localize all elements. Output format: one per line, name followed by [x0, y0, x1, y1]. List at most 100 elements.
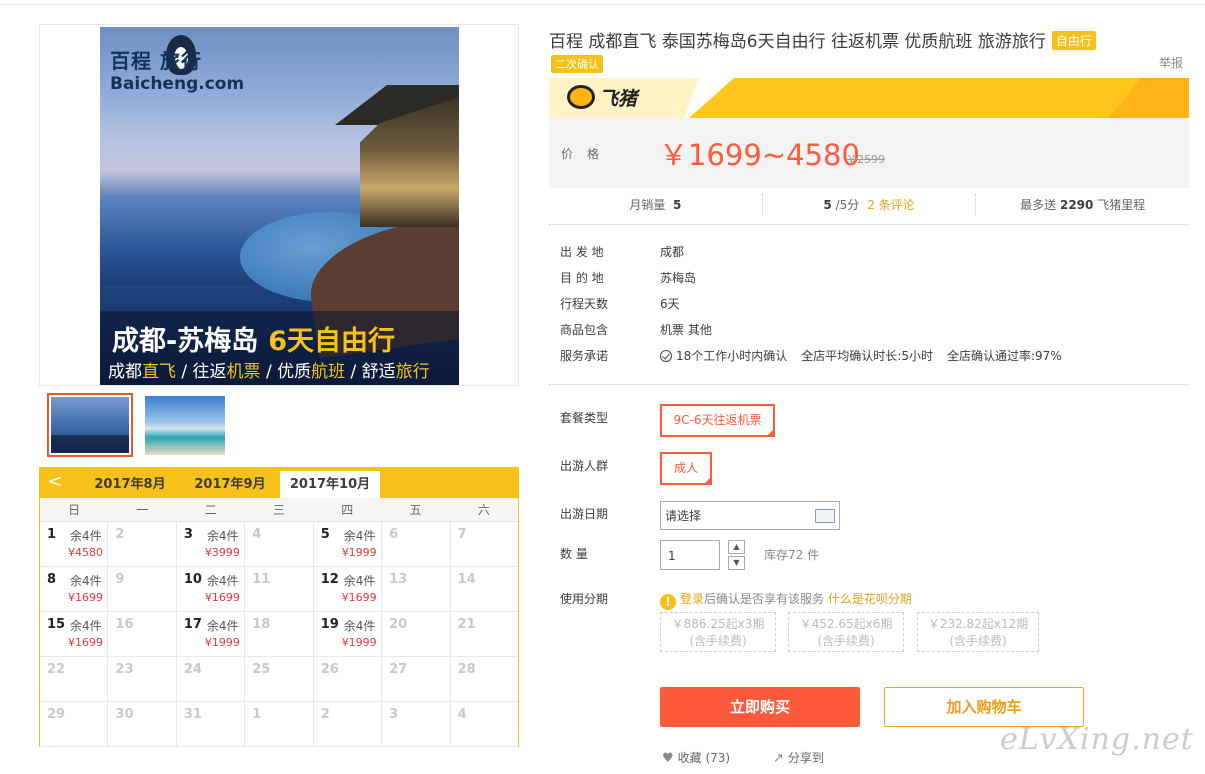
- calendar-day: 4: [451, 702, 518, 746]
- quantity-up-button[interactable]: ▲: [728, 540, 745, 554]
- calendar-day-number: 3: [183, 527, 193, 542]
- calendar-day-available[interactable]: 15 余4件 ¥1699: [40, 612, 109, 656]
- calendar-day-stock: 余4件: [343, 619, 376, 633]
- check-circle-icon: [660, 350, 672, 362]
- calendar-day: 6: [382, 522, 451, 566]
- calendar-day-number: 18: [252, 617, 271, 632]
- calendar-day-available[interactable]: 1 余4件 ¥4580: [40, 522, 109, 566]
- share-button[interactable]: ↗ 分享到: [773, 749, 824, 766]
- calendar-day-number: 13: [389, 572, 408, 587]
- free-travel-tag: 自由行: [1051, 31, 1096, 50]
- calendar-day-number: 28: [457, 662, 476, 677]
- calendar-day-price: ¥1699: [68, 591, 103, 604]
- add-to-cart-button[interactable]: 加入购物车: [884, 687, 1084, 727]
- calendar-day: 9: [108, 567, 177, 611]
- poster-headline: 成都-苏梅岛 6天自由行: [112, 326, 396, 357]
- buy-now-button[interactable]: 立即购买: [660, 687, 860, 727]
- watermark: eLvXing.net: [1000, 722, 1194, 757]
- divider: [549, 224, 1189, 225]
- calendar-weekday-row: 日一二三四五六: [40, 498, 518, 522]
- poster-subline: 成都直飞 / 往返机票 / 优质航班 / 舒适旅行: [108, 362, 430, 382]
- calendar-day-number: 10: [183, 572, 202, 587]
- calendar-day-available[interactable]: 5 余4件 ¥1999: [314, 522, 383, 566]
- calendar-icon[interactable]: [815, 509, 835, 523]
- calendar-week-row: 1 余4件 ¥4580 2 3 余4件 ¥3999 4 5 余4件 ¥1999 6 7: [40, 522, 518, 567]
- warning-icon: !: [660, 594, 676, 610]
- calendar-day-available[interactable]: 3 余4件 ¥3999: [177, 522, 246, 566]
- crowd-option-selected[interactable]: 成人: [660, 452, 712, 485]
- calendar-month-tab[interactable]: 2017年8月: [80, 468, 180, 498]
- installment-label: 使用分期: [560, 592, 609, 606]
- calendar-day-price: ¥4580: [68, 546, 103, 559]
- calendar-weekday: 四: [341, 503, 354, 517]
- calendar-day-number: 26: [320, 662, 339, 677]
- favorite-button[interactable]: ♥ 收藏 (73): [662, 749, 730, 766]
- calendar-day: 24: [177, 657, 246, 701]
- calendar-day-available[interactable]: 19 余4件 ¥1999: [314, 612, 383, 656]
- quantity-down-button[interactable]: ▼: [728, 556, 745, 570]
- calendar-day-number: 19: [320, 617, 339, 632]
- calendar-day: 23: [108, 657, 177, 701]
- calendar-day: 14: [451, 567, 518, 611]
- calendar-day-available[interactable]: 8 余4件 ¥1699: [40, 567, 109, 611]
- package-option-selected[interactable]: 9C-6天往返机票: [660, 404, 775, 437]
- calendar-day-number: 1: [252, 707, 262, 722]
- calendar-day: 30: [108, 702, 177, 746]
- installment-option-12[interactable]: ￥232.82起x12期 (含手续费): [917, 612, 1039, 652]
- calendar-day-number: 29: [47, 707, 66, 722]
- calendar-day-number: 5: [320, 527, 330, 542]
- quantity-input[interactable]: 1: [660, 540, 720, 570]
- calendar-week-row: 15 余4件 ¥1699 16 17 余4件 ¥1999 18 19 余4件 ¥1999 20 21: [40, 612, 518, 657]
- baicheng-logo: 百程 旅行 Baicheng.com: [110, 49, 245, 94]
- calendar-day: 3: [382, 702, 451, 746]
- calendar-month-tab-active[interactable]: 2017年10月: [280, 471, 380, 498]
- calendar-day-number: 27: [389, 662, 408, 677]
- calendar-week-row: 22 23 24 25 26 27 28: [40, 657, 518, 702]
- thumbnail-1[interactable]: [47, 393, 133, 457]
- installment-option-3[interactable]: ￥886.25起x3期 (含手续费): [660, 612, 776, 652]
- product-title: 百程 成都直飞 泰国苏梅岛6天自由行 往返机票 优质航班 旅游旅行 自由行: [549, 27, 1096, 52]
- calendar-day-stock: 余4件: [206, 619, 239, 633]
- calendar-day-number: 2: [115, 527, 125, 542]
- thumbnail-2[interactable]: [145, 396, 225, 455]
- calendar-weekday: 六: [477, 503, 490, 517]
- calendar-month-tab[interactable]: 2017年9月: [180, 468, 280, 498]
- calendar-day: 1: [245, 702, 314, 746]
- calendar-day: 20: [382, 612, 451, 656]
- calendar-day: 18: [245, 612, 314, 656]
- login-link[interactable]: 登录: [680, 592, 704, 606]
- huabei-help-link[interactable]: 什么是花呗分期: [828, 592, 912, 606]
- travel-date-input[interactable]: 请选择: [660, 501, 840, 530]
- calendar-prev-button[interactable]: <: [40, 468, 70, 498]
- calendar-day: 28: [451, 657, 518, 701]
- calendar-day-price: ¥1999: [204, 636, 240, 649]
- calendar-day: 27: [382, 657, 451, 701]
- calendar-day-available[interactable]: 17 余4件 ¥1999: [177, 612, 246, 656]
- calendar-day-number: 8: [47, 572, 57, 587]
- rating: 5 /5分 2 条评论: [763, 194, 977, 216]
- price-range: ￥1699~4580: [659, 138, 860, 172]
- reviews-link[interactable]: 2 条评论: [867, 198, 914, 212]
- calendar-day-stock: 余4件: [343, 574, 376, 588]
- huabei-notice: ! 登录后确认是否享有该服务 什么是花呗分期: [660, 590, 912, 610]
- share-icon: ↗: [773, 751, 784, 766]
- calendar-day-number: 2: [320, 707, 330, 722]
- second-confirm-tag: 二次确认: [551, 55, 603, 73]
- fliggy-banner: 飞猪: [549, 78, 1189, 118]
- package-label: 套餐类型: [560, 411, 609, 425]
- calendar-day: 2: [314, 702, 383, 746]
- installment-option-6[interactable]: ￥452.65起x6期 (含手续费): [788, 612, 904, 652]
- crowd-label: 出游人群: [560, 459, 609, 473]
- calendar-day-available[interactable]: 12 余4件 ¥1699: [314, 567, 383, 611]
- stats-bar: 月销量 5 5 /5分 2 条评论 最多送 2290 飞猪里程: [549, 194, 1189, 216]
- calendar-week-row: 29 30 31 1 2 3 4: [40, 702, 518, 747]
- calendar-day-number: 11: [252, 572, 271, 587]
- calendar-day-number: 3: [389, 707, 399, 722]
- calendar-day-price: ¥1999: [341, 636, 377, 649]
- product-poster: 百程 旅行 Baicheng.com 成都-苏梅岛 6天自由行 成都直飞 / 往返…: [100, 27, 459, 385]
- calendar-day-available[interactable]: 10 余4件 ¥1699: [177, 567, 246, 611]
- report-link[interactable]: 举报: [1159, 54, 1183, 71]
- heart-icon: ♥: [662, 751, 674, 766]
- calendar-day: 25: [245, 657, 314, 701]
- calendar-weekday: 一: [136, 503, 149, 517]
